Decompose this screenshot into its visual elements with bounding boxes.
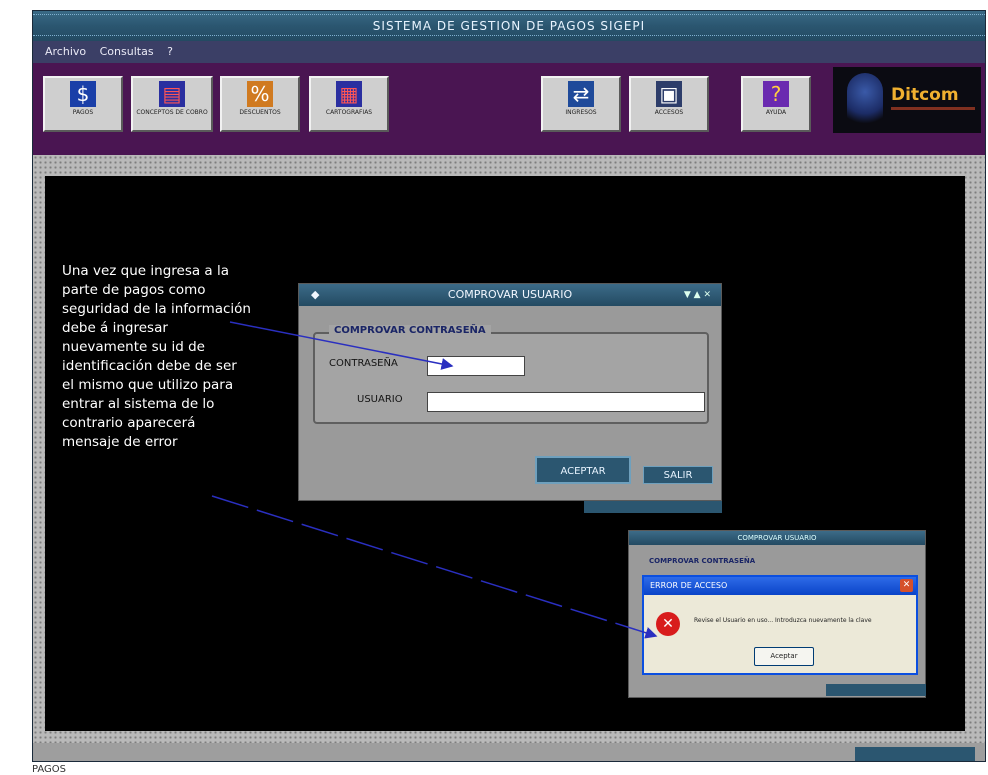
footer-caption: PAGOS [32,764,67,775]
arrow-to-error [211,495,658,639]
arrow-to-password [229,321,454,370]
annotation-arrows [211,321,658,639]
